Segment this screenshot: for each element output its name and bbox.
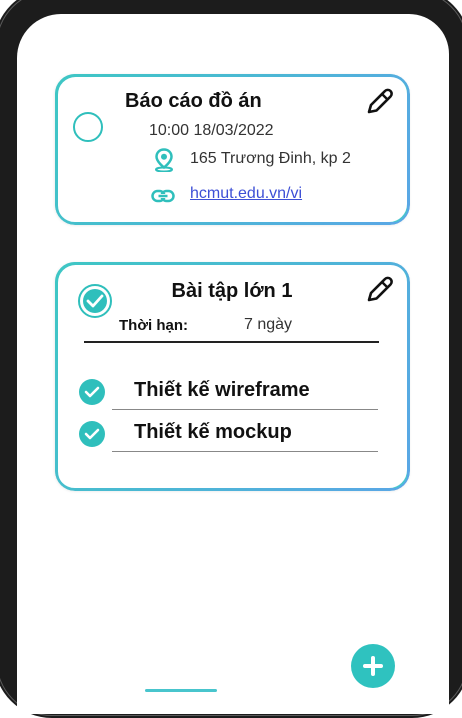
task-card-assignment[interactable]: Bài tập lớn 1 Thời hạn: 7 ngày Thiết kế … — [55, 262, 409, 490]
task-title: Bài tập lớn 1 — [171, 280, 293, 302]
divider — [84, 341, 379, 343]
task-card-report[interactable]: Báo cáo đồ án 10:00 18/03/2022 165 Trươn… — [55, 74, 409, 224]
location-pin-icon — [155, 148, 173, 172]
subtask-divider — [112, 451, 378, 452]
subtask-label: Thiết kế wireframe — [134, 379, 310, 401]
link-icon — [151, 189, 175, 203]
subtask-label: Thiết kế mockup — [134, 421, 292, 443]
edit-pencil-icon[interactable] — [365, 86, 395, 116]
deadline-value: 7 ngày — [244, 316, 293, 333]
task-checkbox-icon[interactable] — [73, 112, 103, 142]
task-location: 165 Trương Đinh, kp 2 — [190, 150, 351, 167]
subtask-item[interactable]: Thiết kế wireframe — [79, 375, 379, 410]
task-datetime: 10:00 18/03/2022 — [149, 122, 274, 139]
check-circle-icon[interactable] — [79, 379, 105, 405]
add-task-button[interactable] — [351, 644, 395, 688]
task-title: Báo cáo đồ án — [125, 90, 262, 112]
app-screen: Báo cáo đồ án 10:00 18/03/2022 165 Trươn… — [17, 14, 449, 714]
task-link[interactable]: hcmut.edu.vn/vi — [190, 185, 302, 203]
subtask-item[interactable]: Thiết kế mockup — [79, 417, 379, 452]
check-circle-icon[interactable] — [79, 421, 105, 447]
edit-pencil-icon[interactable] — [365, 274, 395, 304]
subtask-divider — [112, 409, 378, 410]
deadline-label: Thời hạn: — [119, 317, 188, 334]
home-indicator[interactable] — [145, 689, 217, 692]
